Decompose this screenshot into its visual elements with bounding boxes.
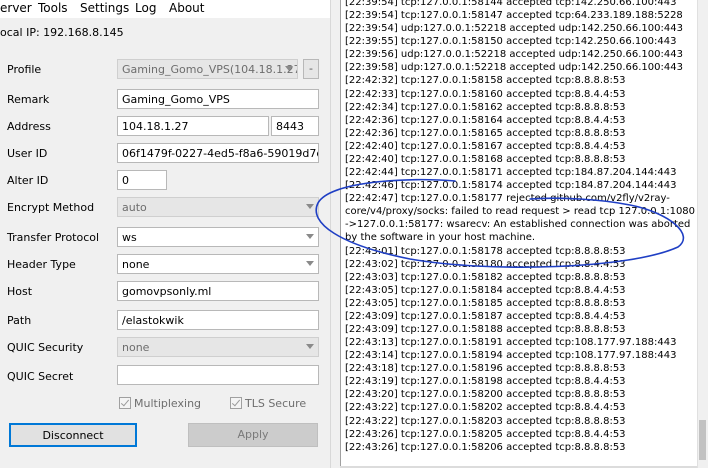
menu-server[interactable]: erver (0, 1, 32, 15)
profile-select[interactable]: Gaming_Gomo_VPS(104.18.1.27 (117, 59, 298, 79)
transfer-value: ws (122, 231, 137, 244)
transfer-select[interactable]: ws (117, 227, 319, 247)
log-line: [22:39:54] tcp:127.0.0.1:58147 accepted … (345, 10, 683, 22)
host-label: Host (7, 285, 33, 298)
log-line: [22:43:26] tcp:127.0.0.1:58205 accepted … (345, 428, 626, 440)
tls-checkbox[interactable] (230, 397, 242, 409)
path-label: Path (7, 314, 32, 327)
log-line: [22:42:36] tcp:127.0.0.1:58165 accepted … (345, 127, 626, 139)
menu-about[interactable]: About (169, 1, 204, 15)
log-line: [22:43:09] tcp:127.0.0.1:58188 accepted … (345, 324, 626, 335)
multiplexing-checkbox[interactable] (119, 397, 131, 409)
log-line: [22:43:05] tcp:127.0.0.1:58184 accepted … (345, 284, 626, 296)
log-line: [22:42:34] tcp:127.0.0.1:58162 accepted … (345, 101, 626, 113)
disconnect-button[interactable]: Disconnect (9, 423, 137, 447)
log-line: [22:43:02] tcp:127.0.0.1:58180 accepted … (345, 258, 626, 270)
host-input[interactable]: gomovpsonly.ml (117, 281, 319, 301)
userid-input[interactable]: 06f1479f-0227-4ed5-f8a6-59019d7d22e (117, 143, 319, 163)
log-line: [22:43:13] tcp:127.0.0.1:58191 accepted … (345, 337, 677, 349)
log-line: [22:39:54] udp:127.0.0.1:52218 accepted … (345, 23, 683, 35)
log-line: [22:43:03] tcp:127.0.0.1:58182 accepted … (345, 271, 626, 283)
remark-label: Remark (7, 93, 50, 106)
quic-security-label: QUIC Security (7, 341, 84, 354)
log-line: by the software in your host machine. (345, 232, 536, 244)
scrollbar-thumb[interactable] (699, 420, 706, 460)
chevron-down-icon (306, 344, 314, 349)
log-line: [22:42:40] tcp:127.0.0.1:58167 accepted … (345, 140, 626, 152)
log-line: [22:42:33] tcp:127.0.0.1:58160 accepted … (345, 88, 626, 100)
quic-security-value: none (122, 341, 150, 354)
remark-input[interactable]: Gaming_Gomo_VPS (117, 89, 319, 109)
quic-secret-input[interactable] (117, 365, 319, 385)
menu-tools[interactable]: Tools (38, 1, 68, 15)
log-line: [22:39:56] udp:127.0.0.1:52218 accepted … (345, 49, 683, 61)
transfer-label: Transfer Protocol (7, 231, 100, 244)
encrypt-value: auto (122, 201, 147, 214)
log-line: ->127.0.0.1:58177: wsarecv: An establish… (345, 219, 691, 231)
log-line: [22:42:36] tcp:127.0.0.1:58164 accepted … (345, 114, 626, 126)
chevron-down-icon (306, 261, 314, 266)
log-line: [22:43:19] tcp:127.0.0.1:58198 accepted … (345, 376, 626, 388)
log-line: [22:43:14] tcp:127.0.0.1:58194 accepted … (345, 350, 677, 362)
header-type-value: none (122, 258, 150, 271)
log-line: [22:43:18] tcp:127.0.0.1:58196 accepted … (345, 363, 626, 375)
log-line: [22:42:32] tcp:127.0.0.1:58158 accepted … (345, 75, 626, 87)
log-panel[interactable]: [22:39:54] tcp:127.0.0.1:58144 accepted … (340, 0, 698, 468)
quic-secret-label: QUIC Secret (7, 370, 74, 383)
address-label: Address (7, 120, 51, 133)
log-line: [22:39:54] tcp:127.0.0.1:58144 accepted … (345, 0, 677, 8)
menu-settings[interactable]: Settings (80, 1, 129, 15)
header-type-label: Header Type (7, 258, 76, 271)
log-line: [22:42:46] tcp:127.0.0.1:58174 accepted … (345, 180, 677, 192)
alterid-label: Alter ID (7, 174, 49, 187)
log-line: [22:42:40] tcp:127.0.0.1:58168 accepted … (345, 153, 626, 165)
quic-security-select[interactable]: none (117, 337, 319, 357)
log-line: [22:43:22] tcp:127.0.0.1:58203 accepted … (345, 415, 626, 427)
log-scrollbar[interactable] (697, 0, 708, 468)
log-line: [22:42:47] tcp:127.0.0.1:58177 rejected … (345, 193, 670, 205)
chevron-down-icon (306, 204, 314, 209)
userid-label: User ID (7, 147, 48, 160)
remove-profile-button[interactable]: - (303, 59, 319, 79)
port-input[interactable]: 8443 (271, 116, 319, 136)
config-panel: erver Tools Settings Log About ocal IP: … (0, 0, 330, 468)
menu-bar: erver Tools Settings Log About (0, 0, 330, 18)
header-type-select[interactable]: none (117, 254, 319, 274)
tls-label: TLS Secure (245, 397, 307, 410)
apply-button[interactable]: Apply (188, 423, 318, 447)
address-input[interactable]: 104.18.1.27 (117, 116, 269, 136)
menu-log[interactable]: Log (135, 1, 156, 15)
encrypt-select[interactable]: auto (117, 197, 319, 217)
log-line: [22:42:44] tcp:127.0.0.1:58171 accepted … (345, 167, 677, 179)
chevron-down-icon (285, 66, 293, 71)
alterid-input[interactable]: 0 (117, 170, 167, 190)
encrypt-label: Encrypt Method (7, 201, 95, 214)
path-input[interactable]: /elastokwik (117, 310, 319, 330)
log-line: [22:43:26] tcp:127.0.0.1:58206 accepted … (345, 441, 626, 453)
multiplexing-label: Multiplexing (134, 397, 202, 410)
log-line: [22:39:58] udp:127.0.0.1:52218 accepted … (345, 62, 683, 74)
profile-label: Profile (7, 63, 42, 76)
log-line: [22:43:01] tcp:127.0.0.1:58178 accepted … (345, 245, 626, 257)
log-line: [22:39:55] tcp:127.0.0.1:58150 accepted … (345, 36, 677, 48)
local-ip-label: ocal IP: 192.168.8.145 (0, 26, 124, 39)
log-line: [22:43:22] tcp:127.0.0.1:58202 accepted … (345, 402, 626, 414)
chevron-down-icon (306, 234, 314, 239)
profile-value: Gaming_Gomo_VPS(104.18.1.27 (122, 63, 298, 76)
log-line: core/v4/proxy/socks: failed to read requ… (345, 206, 696, 218)
log-line: [22:43:20] tcp:127.0.0.1:58200 accepted … (345, 389, 626, 401)
log-line: [22:43:05] tcp:127.0.0.1:58185 accepted … (345, 297, 626, 309)
log-line: [22:43:09] tcp:127.0.0.1:58187 accepted … (345, 310, 626, 322)
